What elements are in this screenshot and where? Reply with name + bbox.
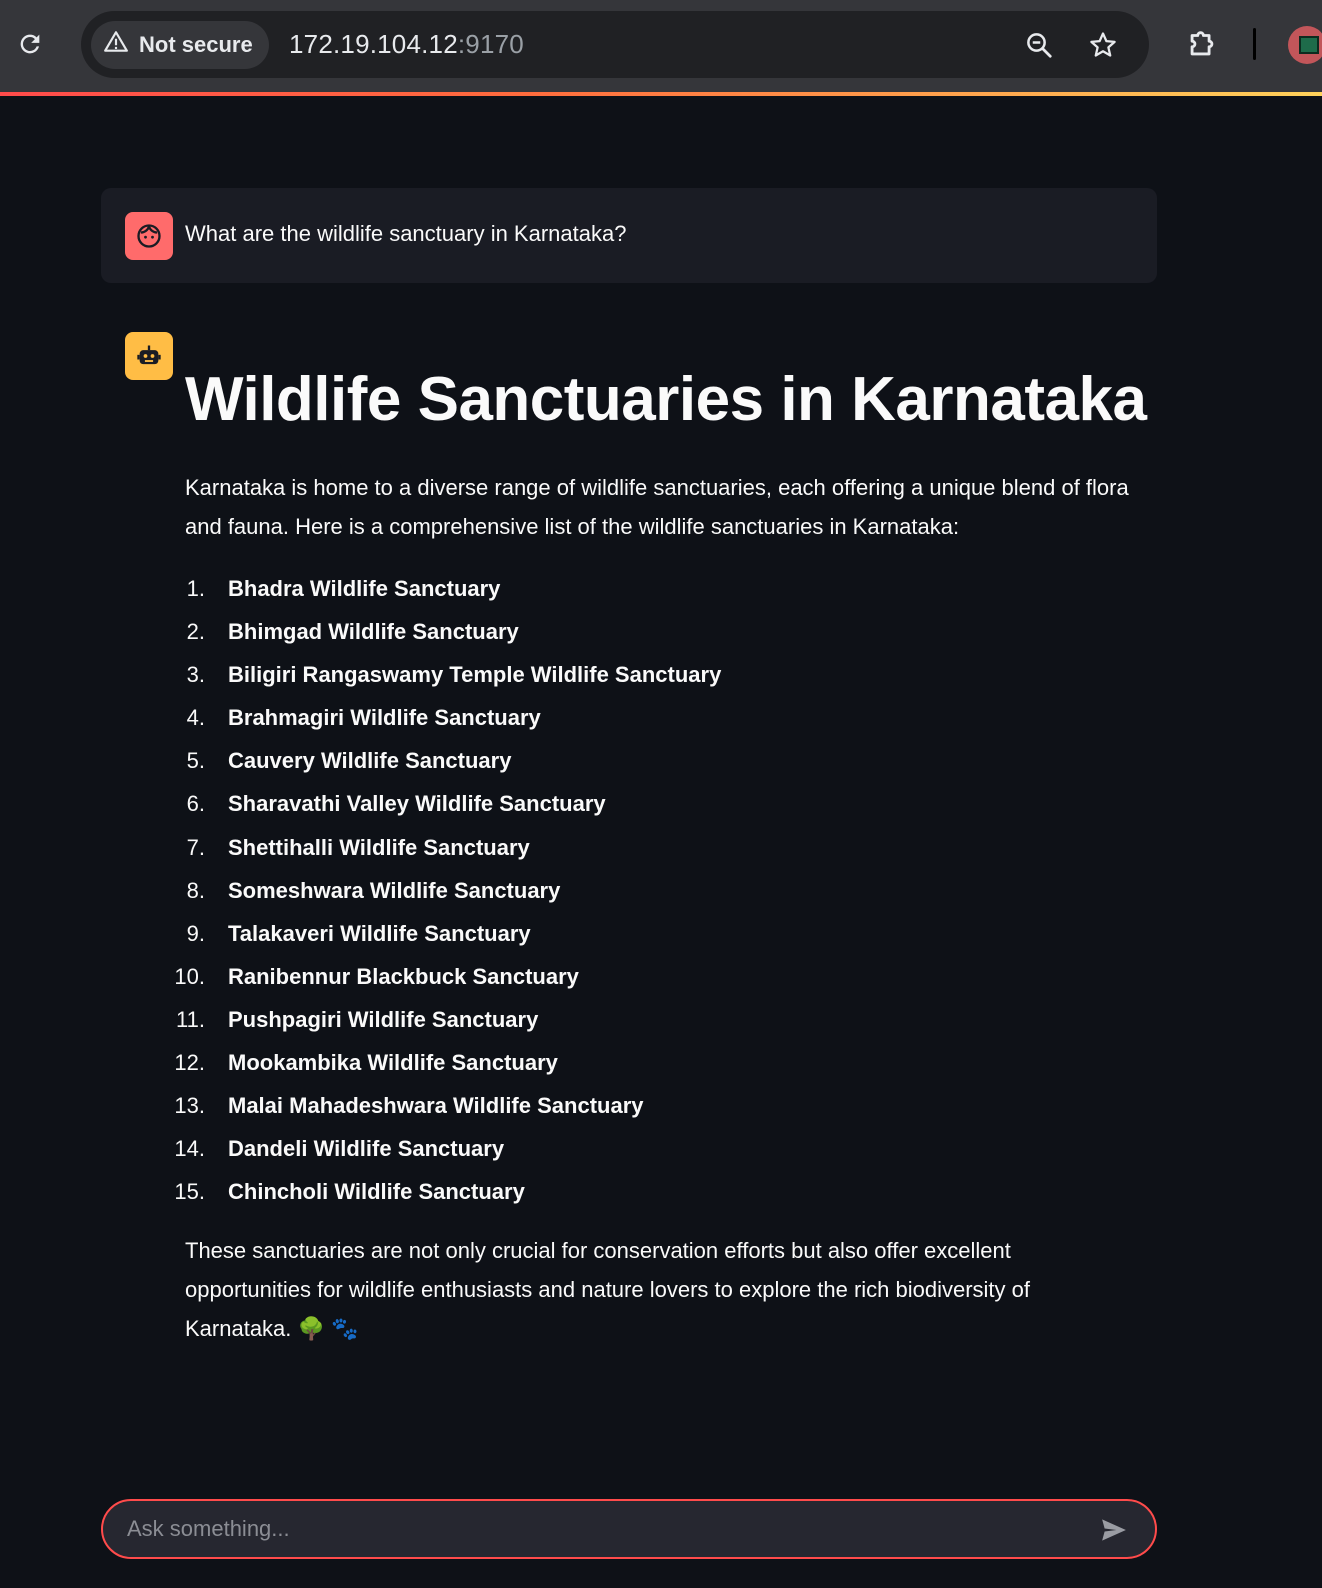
list-item-name: Brahmagiri Wildlife Sanctuary [228,705,541,731]
list-item: 4. Brahmagiri Wildlife Sanctuary [185,696,1165,739]
list-item: 12. Mookambika Wildlife Sanctuary [174,1041,1165,1084]
list-item: 15. Chincholi Wildlife Sanctuary [174,1170,1165,1213]
browser-toolbar: Not secure 172.19.104.12:9170 [0,0,1322,92]
list-item-number: 3. [186,662,205,688]
url-host: 172.19.104.12 [289,29,458,59]
user-message: What are the wildlife sanctuary in Karna… [101,188,1157,283]
list-item-name: Bhimgad Wildlife Sanctuary [228,619,519,645]
list-item-name: Ranibennur Blackbuck Sanctuary [228,963,579,989]
list-item-name: Cauvery Wildlife Sanctuary [228,748,512,774]
list-item: 14. Dandeli Wildlife Sanctuary [174,1127,1165,1170]
list-item-name: Bhadra Wildlife Sanctuary [228,576,501,601]
chat-input[interactable] [125,1509,1065,1549]
list-item: 10. Ranibennur Blackbuck Sanctuary [174,955,1165,998]
send-icon[interactable] [1097,1513,1131,1547]
star-icon[interactable] [1085,27,1121,63]
list-item-name: Mookambika Wildlife Sanctuary [228,1050,558,1076]
url-text[interactable]: 172.19.104.12:9170 [289,29,524,60]
list-item: 13. Malai Mahadeshwara Wildlife Sanctuary [174,1084,1165,1127]
list-item: 7. Shettihalli Wildlife Sanctuary [185,826,1165,869]
user-avatar-icon [125,212,173,260]
accent-line [0,92,1322,96]
list-item-number: 1. [186,576,205,601]
security-chip[interactable]: Not secure [91,21,269,69]
chat-input-container[interactable] [101,1499,1157,1559]
list-item-name: Biligiri Rangaswamy Temple Wildlife Sanc… [228,662,722,688]
url-port: :9170 [457,29,524,59]
list-item-name: Talakaveri Wildlife Sanctuary [228,920,531,946]
warning-icon [103,29,129,61]
list-item-number: 8. [186,877,205,903]
list-item-name: Malai Mahadeshwara Wildlife Sanctuary [228,1093,644,1119]
list-item-number: 10. [174,963,205,989]
list-item-number: 4. [186,705,205,731]
list-item-number: 9. [186,920,205,946]
assistant-message: Wildlife Sanctuaries in Karnataka Karnat… [174,360,1165,1348]
extensions-icon[interactable] [1182,24,1222,64]
list-item-name: Chincholi Wildlife Sanctuary [228,1179,525,1205]
list-item-number: 5. [186,748,205,774]
assistant-avatar-icon [125,332,173,380]
list-item: 5. Cauvery Wildlife Sanctuary [185,739,1165,782]
list-item: 8. Someshwara Wildlife Sanctuary [185,869,1165,912]
list-item-name: Dandeli Wildlife Sanctuary [228,1136,505,1162]
list-item: 2. Bhimgad Wildlife Sanctuary [185,610,1165,653]
list-item-number: 2. [186,619,205,645]
list-item: 3. Biligiri Rangaswamy Temple Wildlife Sa… [185,653,1165,696]
list-item-number: 13. [174,1093,205,1119]
address-bar[interactable]: Not secure 172.19.104.12:9170 [81,11,1149,78]
list-item-name: Sharavathi Valley Wildlife Sanctuary [228,791,606,817]
list-item-number: 14. [174,1136,205,1162]
list-item: 11. Pushpagiri Wildlife Sanctuary [176,998,1165,1041]
list-item-name: Shettihalli Wildlife Sanctuary [228,834,530,860]
zoom-icon[interactable] [1021,27,1057,63]
list-item-number: 15. [174,1179,205,1205]
list-item-number: 11. [176,1006,205,1032]
reload-icon[interactable] [10,24,50,64]
list-item-number: 6. [186,791,205,817]
profile-avatar[interactable] [1288,26,1322,64]
toolbar-divider [1253,28,1256,60]
list-item-name: Someshwara Wildlife Sanctuary [228,877,561,903]
list-item-name: Pushpagiri Wildlife Sanctuary [228,1006,539,1032]
response-outro: These sanctuaries are not only crucial f… [185,1238,1031,1342]
list-item: 1. Bhadra Wildlife Sanctuary [185,567,1165,610]
response-intro: Karnataka is home to a diverse range of … [185,475,1129,539]
sanctuary-list: 1. Bhadra Wildlife Sanctuary 2. Bhimgad Wil… [174,567,1165,1213]
response-title: Wildlife Sanctuaries in Karnataka [185,365,1147,434]
security-label: Not secure [139,32,253,57]
list-item: 6. Sharavathi Valley Wildlife Sanctuary [185,782,1165,825]
list-item-number: 12. [174,1050,205,1076]
list-item-number: 7. [186,834,205,860]
list-item: 9. Talakaveri Wildlife Sanctuary [185,912,1165,955]
user-message-text: What are the wildlife sanctuary in Karna… [185,221,627,246]
